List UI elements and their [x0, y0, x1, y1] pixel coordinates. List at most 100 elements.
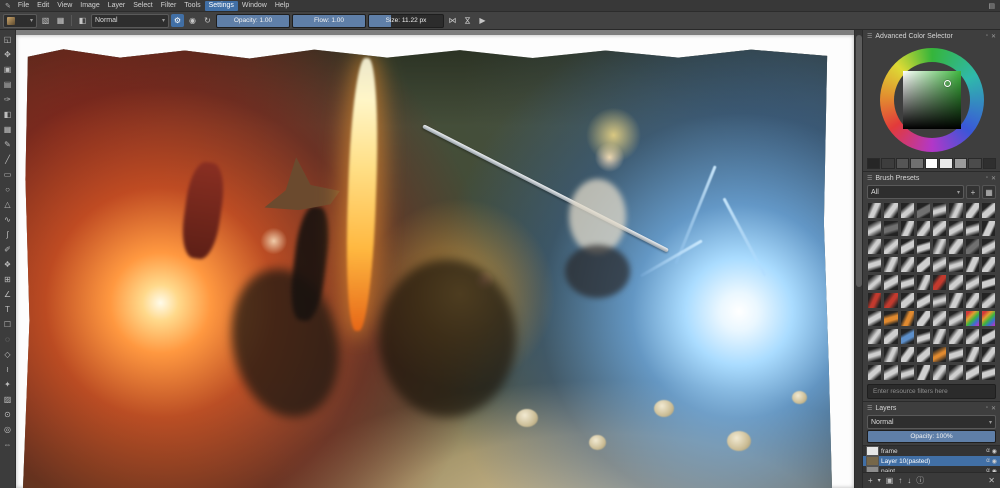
brush-preset[interactable]	[867, 238, 882, 255]
brush-preset[interactable]	[900, 364, 915, 381]
color-swatch[interactable]	[867, 158, 880, 169]
brush-preset[interactable]	[916, 238, 931, 255]
brush-preset[interactable]	[981, 202, 996, 219]
brush-preset[interactable]	[981, 220, 996, 237]
brush-preset[interactable]	[883, 256, 898, 273]
delete-layer-button[interactable]: ✕	[988, 476, 995, 485]
close-docker-icon[interactable]: ✕	[991, 405, 996, 412]
brush-preset[interactable]	[948, 328, 963, 345]
menu-view[interactable]: View	[53, 1, 76, 11]
color-swatch[interactable]	[881, 158, 894, 169]
brush-preset[interactable]	[965, 238, 980, 255]
inherit-alpha-icon[interactable]: α	[986, 448, 989, 454]
brush-preset[interactable]	[916, 220, 931, 237]
brush-preset[interactable]	[948, 292, 963, 309]
tool-select-polygonal[interactable]: ◇	[1, 347, 14, 362]
choose-brush-preset-button[interactable]: ◉	[186, 14, 199, 27]
tool-rectangle[interactable]: ▭	[1, 167, 14, 182]
brush-preset[interactable]	[900, 292, 915, 309]
brush-preset[interactable]	[981, 238, 996, 255]
add-layer-button[interactable]: +	[868, 476, 873, 485]
brush-preset[interactable]	[981, 346, 996, 363]
tool-transform[interactable]: ◱	[1, 32, 14, 47]
tool-multibrush[interactable]: ❖	[1, 257, 14, 272]
close-docker-icon[interactable]: ✕	[991, 175, 996, 182]
brush-preset[interactable]	[932, 292, 947, 309]
brush-preset[interactable]	[932, 202, 947, 219]
float-docker-icon[interactable]: ▫	[986, 175, 988, 182]
brush-preset[interactable]	[883, 328, 898, 345]
brush-preset[interactable]	[965, 274, 980, 291]
mirror-vertical-button[interactable]: ⋈	[461, 14, 474, 27]
saturation-value-square[interactable]	[903, 71, 961, 129]
brush-preset[interactable]	[981, 328, 996, 345]
brush-preset[interactable]	[916, 274, 931, 291]
brush-preset[interactable]	[883, 310, 898, 327]
tool-line[interactable]: ╱	[1, 152, 14, 167]
brush-preset[interactable]	[916, 292, 931, 309]
canvas-artwork[interactable]	[23, 47, 832, 488]
brush-preset[interactable]	[948, 274, 963, 291]
brush-preset[interactable]	[948, 220, 963, 237]
brush-preset[interactable]	[900, 202, 915, 219]
gradient-chooser-button[interactable]: ▧	[39, 14, 52, 27]
brush-preset[interactable]	[965, 346, 980, 363]
brush-preset[interactable]	[932, 364, 947, 381]
canvas-page[interactable]	[16, 35, 854, 488]
tool-polyline[interactable]: ∿	[1, 212, 14, 227]
docker-toggle-icon[interactable]: ▤	[986, 2, 997, 10]
pattern-chooser-button[interactable]: ▦	[54, 14, 67, 27]
brush-preset[interactable]	[900, 310, 915, 327]
tool-pattern-edit[interactable]: ▦	[1, 122, 14, 137]
brush-preset[interactable]	[900, 220, 915, 237]
color-swatch[interactable]	[896, 158, 909, 169]
layer-blending-mode-select[interactable]: Normal ▾	[867, 415, 996, 429]
add-layer-dropdown-icon[interactable]: ▾	[878, 477, 881, 484]
flow-slider[interactable]: Flow: 1.00	[292, 14, 366, 28]
brush-preset[interactable]	[965, 256, 980, 273]
brush-preset[interactable]	[932, 274, 947, 291]
brush-preset[interactable]	[867, 328, 882, 345]
move-layer-up-button[interactable]: ↑	[898, 476, 902, 485]
close-docker-icon[interactable]: ✕	[991, 33, 996, 40]
brush-preset[interactable]	[900, 346, 915, 363]
brush-preset[interactable]	[883, 220, 898, 237]
brush-preset[interactable]	[867, 220, 882, 237]
brush-preset[interactable]	[900, 274, 915, 291]
tool-measure[interactable]: ∠	[1, 287, 14, 302]
menu-tools[interactable]: Tools	[180, 1, 204, 11]
tool-zoom[interactable]: ◎	[1, 422, 14, 437]
color-swatch[interactable]	[968, 158, 981, 169]
menu-image[interactable]: Image	[76, 1, 103, 11]
brush-preset[interactable]	[883, 292, 898, 309]
add-resource-button[interactable]: +	[966, 185, 980, 199]
layer-properties-button[interactable]: ⓘ	[916, 475, 924, 486]
tool-freehand-brush[interactable]: ✎	[1, 137, 14, 152]
brush-preset[interactable]	[948, 346, 963, 363]
brush-preset[interactable]	[916, 328, 931, 345]
docker-menu-icon[interactable]: ☰	[867, 175, 872, 182]
visibility-icon[interactable]: ◉	[992, 448, 997, 455]
tool-crop[interactable]: ▣	[1, 62, 14, 77]
move-layer-down-button[interactable]: ↓	[907, 476, 911, 485]
tool-select-elliptical[interactable]: ◌	[1, 332, 14, 347]
tool-text[interactable]: T	[1, 302, 14, 317]
brush-preset[interactable]	[867, 310, 882, 327]
inherit-alpha-icon[interactable]: α	[986, 458, 989, 464]
brush-preset[interactable]	[948, 202, 963, 219]
tool-ellipse[interactable]: ○	[1, 182, 14, 197]
tool-assistants[interactable]: ⊞	[1, 272, 14, 287]
menu-settings[interactable]: Settings	[205, 1, 238, 11]
brush-preset[interactable]	[883, 238, 898, 255]
tool-dynamic-brush[interactable]: ✐	[1, 242, 14, 257]
brush-preset[interactable]	[965, 202, 980, 219]
brush-preset[interactable]	[932, 310, 947, 327]
brush-preset[interactable]	[932, 220, 947, 237]
resource-search-field[interactable]	[867, 384, 996, 399]
brush-preset[interactable]	[883, 364, 898, 381]
tool-gradient[interactable]: ▤	[1, 77, 14, 92]
brush-preset[interactable]	[965, 364, 980, 381]
brush-preset[interactable]	[900, 256, 915, 273]
layer-row[interactable]: paintα◉	[863, 466, 1000, 472]
brush-preset[interactable]	[948, 256, 963, 273]
